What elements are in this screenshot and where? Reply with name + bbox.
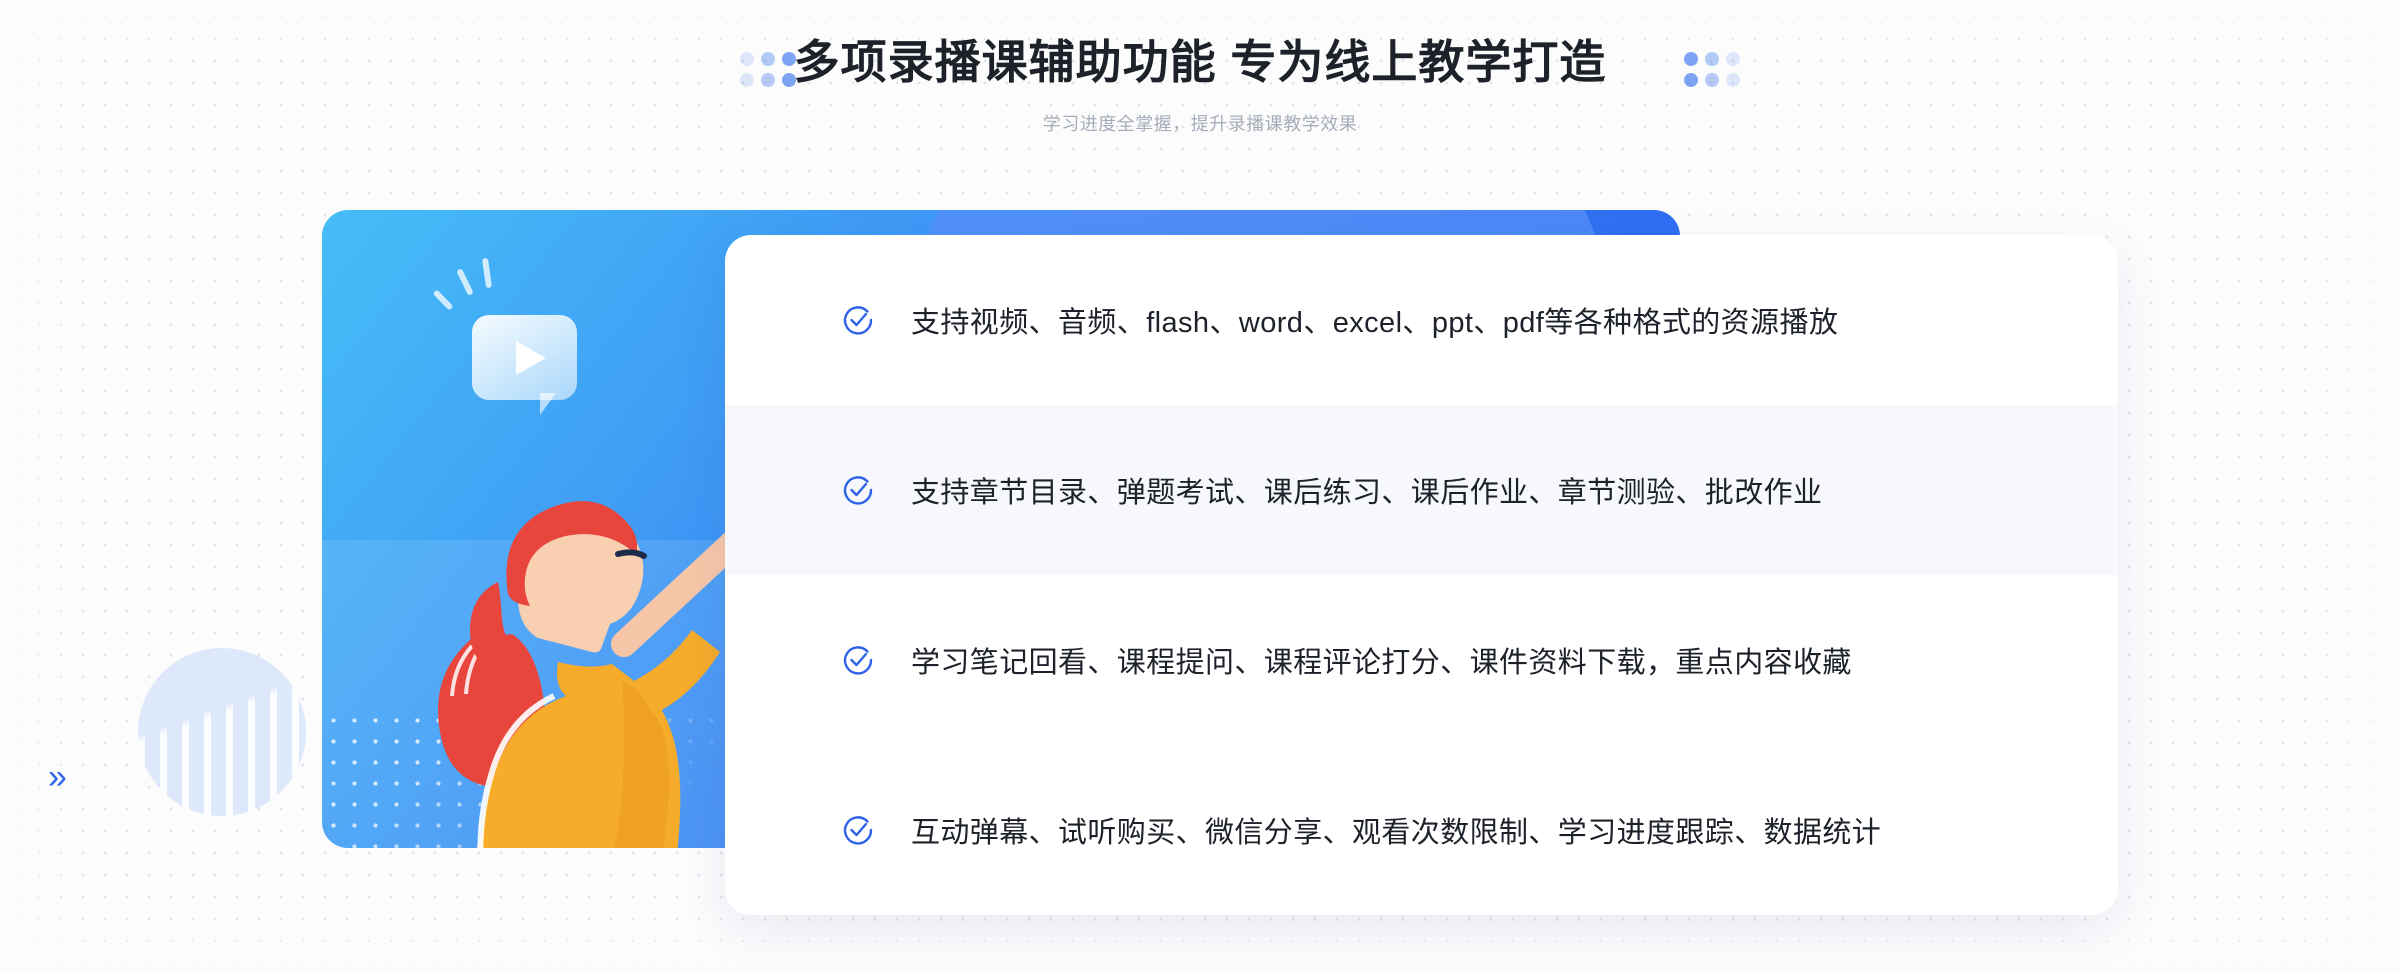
feature-text: 支持视频、音频、flash、word、excel、ppt、pdf等各种格式的资源… [911,307,1839,339]
feature-row[interactable]: 学习笔记回看、课程提问、课程评论打分、课件资料下载，重点内容收藏 [725,575,2118,745]
striped-circle-stripes-icon [138,648,306,816]
feature-text: 互动弹幕、试听购买、微信分享、观看次数限制、学习进度跟踪、数据统计 [911,817,1882,849]
page-header: 多项录播课辅助功能 专为线上教学打造 学习进度全掌握，提升录播课教学效果 [0,0,2400,170]
feature-row[interactable]: 支持章节目录、弹题考试、课后练习、课后作业、章节测验、批改作业 [725,405,2118,575]
page-subtitle: 学习进度全掌握，提升录播课教学效果 [1042,114,1358,134]
feature-text: 支持章节目录、弹题考试、课后练习、课后作业、章节测验、批改作业 [911,477,1823,509]
double-chevron-right-icon: » [48,758,67,796]
check-circle-icon [843,646,873,675]
feature-row[interactable]: 支持视频、音频、flash、word、excel、ppt、pdf等各种格式的资源… [725,235,2118,405]
check-circle-icon [843,476,873,505]
feature-row[interactable]: 互动弹幕、试听购买、微信分享、观看次数限制、学习进度跟踪、数据统计 [725,745,2118,915]
check-circle-icon [843,816,873,845]
page-title: 多项录播课辅助功能 专为线上教学打造 [793,36,1607,88]
check-circle-icon [843,306,873,335]
dot-cluster-right-icon [1684,52,1740,90]
feature-list-card: 支持视频、音频、flash、word、excel、ppt、pdf等各种格式的资源… [725,235,2118,915]
feature-text: 学习笔记回看、课程提问、课程评论打分、课件资料下载，重点内容收藏 [911,647,1852,679]
